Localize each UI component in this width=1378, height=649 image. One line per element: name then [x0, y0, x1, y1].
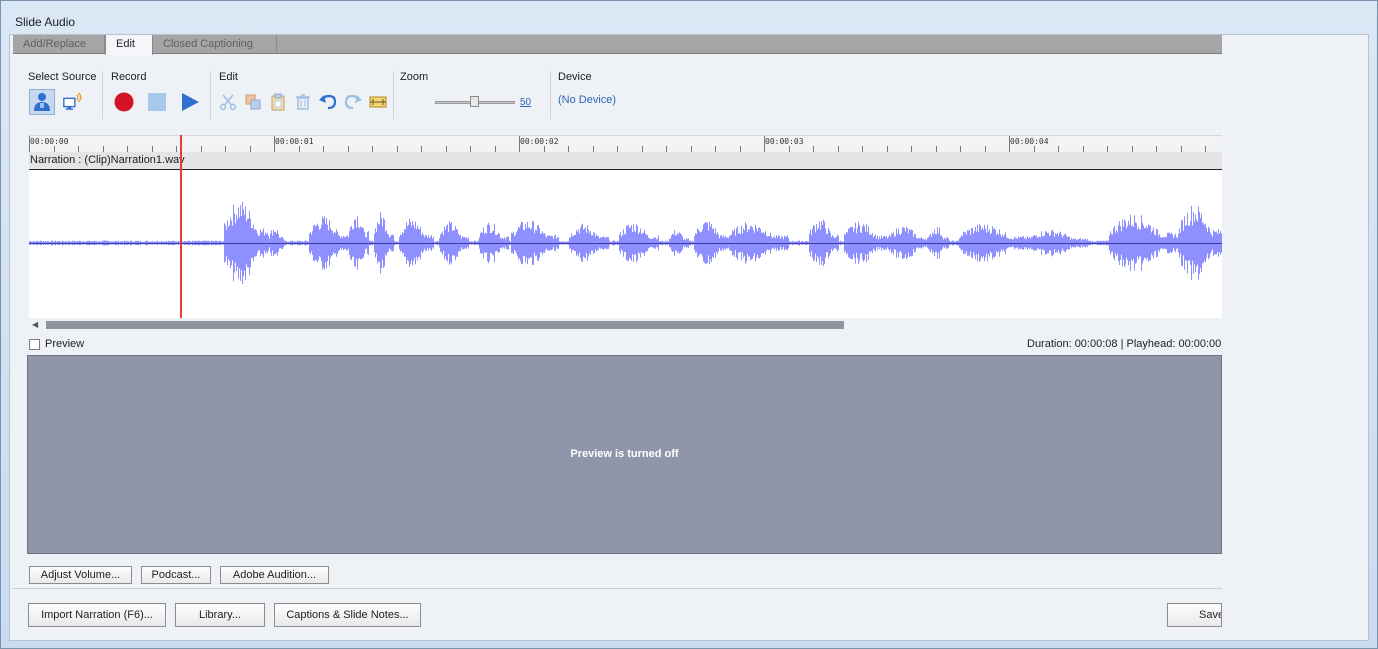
select-source-label: Select Source [28, 71, 97, 83]
adobe-audition-button[interactable]: Adobe Audition... [220, 566, 329, 584]
captions-slide-notes-button[interactable]: Captions & Slide Notes... [274, 603, 421, 627]
library-button[interactable]: Library... [175, 603, 265, 627]
paste-icon [271, 93, 285, 111]
podcast-button[interactable]: Podcast... [141, 566, 211, 584]
cut-button[interactable] [217, 91, 239, 113]
slide-audio-window: Slide Audio Add/Replace Edit Closed Capt… [0, 0, 1378, 649]
play-icon [182, 93, 199, 111]
insert-silence-icon [369, 96, 387, 108]
tab-closed-captioning[interactable]: Closed Captioning [153, 35, 277, 54]
scrollbar-thumb[interactable] [46, 321, 844, 329]
play-button[interactable] [179, 91, 201, 113]
redo-button[interactable] [342, 91, 364, 113]
stop-icon [148, 93, 166, 111]
narrator-icon [34, 93, 50, 111]
computer-audio-icon [63, 92, 82, 110]
preview-message: Preview is turned off [570, 448, 679, 460]
tab-bar: Add/Replace Edit Closed Captioning [13, 35, 1222, 55]
import-narration-button[interactable]: Import Narration (F6)... [28, 603, 166, 627]
save-button[interactable]: Save [1167, 603, 1222, 627]
footer-divider [13, 588, 1222, 589]
ruler-tick-label: 00:00:02 [520, 137, 559, 146]
copy-icon [245, 94, 261, 110]
insert-silence-button[interactable] [367, 91, 389, 113]
stop-button[interactable] [146, 91, 168, 113]
copy-button[interactable] [242, 91, 264, 113]
toolbar-separator [102, 71, 103, 119]
ruler-tick-label: 00:00:03 [765, 137, 804, 146]
zoom-slider-thumb[interactable] [470, 96, 479, 107]
ruler-tick-label: 00:00:04 [1010, 137, 1049, 146]
toolbar-separator [393, 71, 394, 119]
toolbar-separator [550, 71, 551, 119]
preview-checkbox[interactable] [29, 339, 40, 350]
waveform-area[interactable] [29, 170, 1222, 318]
system-audio-source-button[interactable] [62, 91, 84, 113]
record-button[interactable] [113, 91, 135, 113]
toolbar-separator [210, 71, 211, 119]
tab-edit[interactable]: Edit [105, 35, 153, 55]
record-icon [114, 92, 134, 112]
undo-button[interactable] [317, 91, 339, 113]
playhead-marker[interactable] [180, 170, 182, 318]
window-title: Slide Audio [15, 15, 76, 29]
ruler-tick-label: 00:00:00 [30, 137, 69, 146]
tab-add-replace[interactable]: Add/Replace [13, 35, 105, 54]
device-label: Device [558, 71, 592, 83]
timeline-ruler[interactable]: 00:00:00 00:00:01 00:00:02 00:00:03 00:0… [29, 135, 1222, 152]
undo-icon [319, 94, 337, 110]
device-value[interactable]: (No Device) [558, 94, 616, 106]
record-label: Record [111, 71, 147, 83]
adjust-volume-button[interactable]: Adjust Volume... [29, 566, 132, 584]
edit-label: Edit [219, 71, 238, 83]
ruler-tick-label: 00:00:01 [275, 137, 314, 146]
zoom-label: Zoom [400, 71, 429, 83]
zoom-value[interactable]: 50 [520, 97, 531, 108]
dialog-body: Add/Replace Edit Closed Captioning Selec… [9, 34, 1369, 641]
playhead-marker-top[interactable] [180, 135, 182, 170]
narration-source-button[interactable] [29, 89, 55, 115]
preview-area: Preview is turned off [27, 355, 1222, 554]
trash-icon [296, 94, 310, 110]
duration-playhead-status: Duration: 00:00:08 | Playhead: 00:00:00 [1027, 338, 1222, 350]
redo-icon [344, 94, 362, 110]
paste-button[interactable] [267, 91, 289, 113]
scissors-icon [219, 94, 237, 111]
audio-track-header: Narration : (Clip)Narration1.wav [29, 152, 1222, 170]
scroll-left-arrow-icon[interactable]: ◀ [32, 320, 38, 329]
waveform [29, 201, 1222, 285]
preview-checkbox-label[interactable]: Preview [45, 338, 84, 350]
timeline-scrollbar[interactable]: ◀ [29, 320, 1222, 330]
delete-button[interactable] [292, 91, 314, 113]
